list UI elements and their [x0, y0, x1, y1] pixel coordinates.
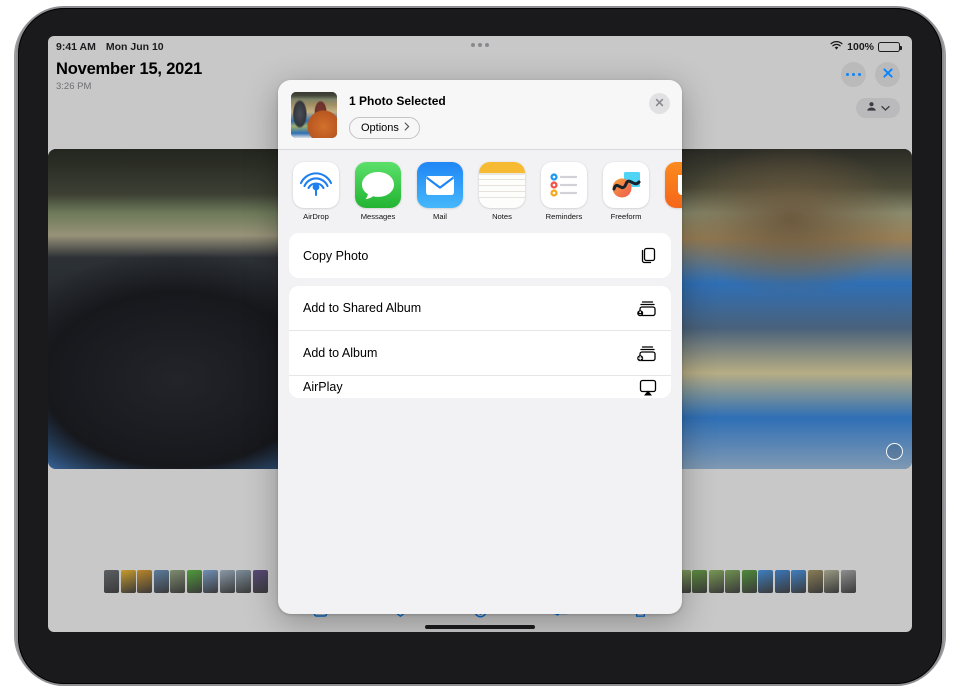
- ipad-screen: 9:41 AM Mon Jun 10 100% November 15, 202…: [48, 36, 912, 632]
- filmstrip-thumbnail[interactable]: [104, 569, 120, 593]
- filmstrip-thumbnail[interactable]: [236, 569, 252, 593]
- filmstrip-thumbnail[interactable]: [120, 569, 136, 593]
- filmstrip-thumbnail[interactable]: [824, 569, 840, 593]
- filmstrip-thumbnail[interactable]: [170, 569, 186, 593]
- page-subtitle: 3:26 PM: [56, 81, 92, 92]
- shared-album-icon: [637, 299, 658, 318]
- share-app-notes[interactable]: Notes: [479, 162, 525, 221]
- battery-percent: 100%: [847, 41, 874, 53]
- action-label: Add to Shared Album: [303, 301, 422, 315]
- filmstrip-thumbnail[interactable]: [725, 569, 741, 593]
- share-app-label: Mail: [433, 212, 447, 221]
- share-action-list: Copy Photo Add to Shared Album Add to Al…: [278, 231, 682, 398]
- share-sheet-title: 1 Photo Selected: [349, 94, 446, 108]
- filmstrip-thumbnail[interactable]: [807, 569, 823, 593]
- selection-circle[interactable]: [886, 443, 903, 460]
- status-time: 9:41 AM: [56, 41, 96, 53]
- chevron-right-icon: [404, 122, 410, 134]
- photo-art: [643, 149, 912, 469]
- filmstrip-thumbnail[interactable]: [791, 569, 807, 593]
- filmstrip-thumbnail[interactable]: [741, 569, 757, 593]
- action-airplay[interactable]: AirPlay: [289, 376, 671, 398]
- share-app-row[interactable]: AirDrop Messages Mail Notes Reminders Fr…: [278, 150, 682, 231]
- top-right-controls: [841, 62, 900, 87]
- action-group-2: Add to Shared Album Add to Album AirPlay: [289, 286, 671, 398]
- mail-icon: [417, 162, 463, 208]
- share-app-label: Notes: [492, 212, 512, 221]
- notes-icon: [479, 162, 525, 208]
- freeform-icon: [603, 162, 649, 208]
- share-app-books[interactable]: B: [665, 162, 682, 221]
- photo-header: November 15, 2021 3:26 PM: [56, 60, 202, 92]
- share-sheet-close-button[interactable]: [649, 93, 670, 114]
- share-app-messages[interactable]: Messages: [355, 162, 401, 221]
- action-label: Add to Album: [303, 346, 378, 360]
- books-icon: [665, 162, 682, 208]
- filmstrip-thumbnail[interactable]: [708, 569, 724, 593]
- share-app-label: Messages: [360, 212, 396, 221]
- carousel-photo-right[interactable]: [643, 149, 912, 469]
- filmstrip-thumbnail[interactable]: [758, 569, 774, 593]
- close-icon: [882, 66, 894, 84]
- action-label: Copy Photo: [303, 248, 369, 263]
- action-label: AirPlay: [303, 380, 343, 394]
- action-add-to-album[interactable]: Add to Album: [289, 331, 671, 376]
- carousel-photo-left[interactable]: [48, 149, 317, 469]
- filmstrip-thumbnail[interactable]: [692, 569, 708, 593]
- share-app-mail[interactable]: Mail: [417, 162, 463, 221]
- copy-icon: [639, 246, 658, 265]
- share-app-reminders[interactable]: Reminders: [541, 162, 587, 221]
- close-icon: [654, 95, 665, 113]
- photo-art: [48, 149, 317, 469]
- filmstrip-thumbnail[interactable]: [153, 569, 169, 593]
- airplay-icon: [638, 378, 658, 397]
- multitasking-control[interactable]: [471, 43, 489, 47]
- filmstrip-thumbnail[interactable]: [186, 569, 202, 593]
- battery-icon: [878, 42, 902, 52]
- close-button[interactable]: [875, 62, 900, 87]
- more-options-button[interactable]: [841, 62, 866, 87]
- share-app-label: AirDrop: [303, 212, 329, 221]
- share-app-label: Freeform: [610, 212, 642, 221]
- reminders-icon: [541, 162, 587, 208]
- page-title: November 15, 2021: [56, 60, 203, 78]
- options-button[interactable]: Options: [349, 117, 420, 139]
- filmstrip-thumbnail[interactable]: [774, 569, 790, 593]
- share-app-freeform[interactable]: Freeform: [603, 162, 649, 221]
- share-app-label: Reminders: [545, 212, 583, 221]
- messages-icon: [355, 162, 401, 208]
- airdrop-icon: [293, 162, 339, 208]
- share-app-label: B: [665, 212, 682, 221]
- home-indicator[interactable]: [425, 625, 535, 629]
- action-add-to-shared-album[interactable]: Add to Shared Album: [289, 286, 671, 331]
- status-bar: 9:41 AM Mon Jun 10 100%: [48, 36, 912, 58]
- action-group-1: Copy Photo: [289, 233, 671, 278]
- status-date: Mon Jun 10: [105, 41, 164, 53]
- share-sheet: 1 Photo Selected Options AirDrop Message…: [278, 80, 682, 614]
- share-app-airdrop[interactable]: AirDrop: [293, 162, 339, 221]
- wifi-icon: [830, 40, 843, 54]
- filmstrip-thumbnail[interactable]: [252, 569, 268, 593]
- options-label: Options: [361, 122, 399, 134]
- add-album-icon: [637, 344, 658, 363]
- filmstrip-thumbnail[interactable]: [219, 569, 235, 593]
- filmstrip-thumbnail[interactable]: [203, 569, 219, 593]
- ellipsis-icon: [846, 72, 861, 77]
- filmstrip-thumbnail[interactable]: [840, 569, 856, 593]
- filmstrip-thumbnail[interactable]: [137, 569, 153, 593]
- action-copy-photo[interactable]: Copy Photo: [289, 233, 671, 278]
- selected-photo-thumbnail: [291, 92, 337, 138]
- share-sheet-header: 1 Photo Selected Options: [278, 80, 682, 150]
